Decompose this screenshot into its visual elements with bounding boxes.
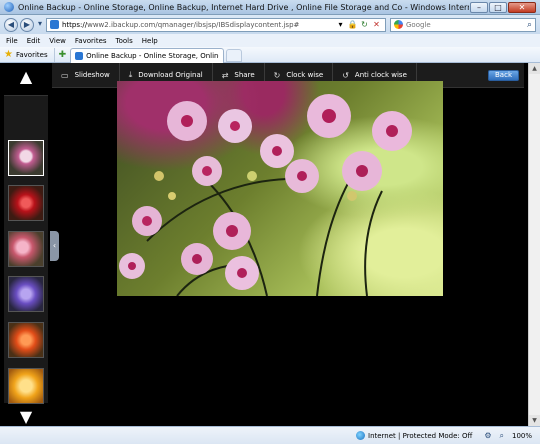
back-nav-button[interactable]: ◀ (4, 17, 18, 32)
slideshow-button[interactable]: ▭ Slideshow (52, 62, 120, 88)
scroll-down-icon[interactable]: ▼ (529, 415, 540, 426)
lock-icon[interactable]: 🔒 (347, 19, 358, 30)
slideshow-label: Slideshow (74, 71, 110, 79)
up-arrow-icon[interactable]: ▲ (12, 63, 40, 91)
tab-title: Online Backup - Online Storage, Online B… (86, 51, 219, 60)
zoom-level[interactable]: 100% (512, 432, 532, 440)
url-actions: ▾ 🔒 ↻ ✕ (334, 19, 382, 30)
url-path: www2.ibackup.com/qmanager/ibsjsp/IBSdisp… (87, 20, 300, 29)
security-zone[interactable]: Internet | Protected Mode: Off (368, 432, 472, 440)
page-scrollbar[interactable]: ▲ ▼ (528, 63, 540, 426)
stop-icon[interactable]: ✕ (371, 19, 382, 30)
security-settings-icon[interactable]: ⚙ (484, 431, 491, 440)
share-icon: ⇄ (221, 70, 229, 80)
url-field[interactable]: https://www2.ibackup.com/qmanager/ibsjsp… (46, 17, 386, 32)
refresh-icon[interactable]: ↻ (359, 19, 370, 30)
clockwise-label: Clock wise (286, 71, 324, 79)
forward-nav-button[interactable]: ▶ (20, 17, 34, 32)
globe-icon (356, 431, 365, 440)
rotate-anticlockwise-icon: ↺ (342, 70, 349, 80)
menu-file[interactable]: File (6, 37, 18, 45)
menu-favorites[interactable]: Favorites (75, 37, 107, 45)
rotate-clockwise-icon: ↻ (273, 70, 281, 80)
thumbnail-list (4, 95, 48, 404)
add-favorite-icon[interactable]: ✚ (59, 50, 67, 60)
status-bar: Internet | Protected Mode: Off ⚙ ⌕ 100% (0, 426, 540, 444)
thumb-red-flower[interactable] (8, 185, 44, 221)
menu-bar: File Edit View Favorites Tools Help (0, 34, 540, 47)
favorites-label: Favorites (15, 50, 48, 59)
zoom-icon[interactable]: ⌕ (500, 431, 504, 441)
scroll-up-icon[interactable]: ▲ (529, 63, 540, 74)
close-button[interactable]: ✕ (508, 1, 536, 13)
maximize-button[interactable]: □ (489, 1, 507, 13)
thumb-orange-flower[interactable] (8, 322, 44, 358)
nav-history-dropdown[interactable]: ▾ (36, 18, 44, 32)
window-title: Online Backup - Online Storage, Online B… (18, 2, 469, 12)
slideshow-icon: ▭ (61, 70, 69, 80)
tab-favicon-icon (75, 51, 84, 60)
window-titlebar: Online Backup - Online Storage, Online B… (0, 0, 540, 15)
search-icon[interactable]: ⌕ (527, 20, 532, 30)
share-label: Share (234, 71, 255, 79)
minimize-button[interactable]: – (470, 1, 488, 13)
address-bar: ◀ ▶ ▾ https://www2.ibackup.com/qmanager/… (0, 15, 540, 34)
search-field[interactable]: ⌕ (390, 17, 536, 32)
menu-help[interactable]: Help (142, 37, 158, 45)
tab-online-backup[interactable]: Online Backup - Online Storage, Online B… (70, 47, 225, 63)
collapse-left-icon[interactable]: ‹ (50, 231, 59, 261)
download-label: Download Original (138, 71, 203, 79)
site-favicon-icon (50, 20, 59, 29)
google-logo-icon (394, 20, 403, 29)
thumb-orchid[interactable] (8, 140, 44, 176)
menu-view[interactable]: View (49, 37, 66, 45)
star-icon: ★ (4, 49, 13, 60)
anticlockwise-label: Anti clock wise (354, 71, 407, 79)
thumbnail-strip: ▲ ▼ (4, 63, 48, 426)
thumb-purple-flowers[interactable] (8, 276, 44, 312)
thumb-yellow-flower[interactable] (8, 368, 44, 404)
thumb-pink-flowers[interactable] (8, 231, 44, 267)
search-input[interactable] (406, 20, 527, 29)
new-tab-button[interactable] (226, 49, 243, 62)
window-controls: – □ ✕ (469, 1, 536, 13)
menu-edit[interactable]: Edit (27, 37, 41, 45)
favorites-button[interactable]: ★ Favorites (4, 47, 55, 62)
ie-icon (4, 2, 14, 12)
orchid-photo-drawing (119, 94, 412, 296)
menu-tools[interactable]: Tools (116, 37, 133, 45)
main-photo (117, 81, 443, 296)
back-button[interactable]: Back (488, 70, 519, 81)
url-scheme: https:// (62, 20, 88, 29)
download-icon: ⤓ (128, 70, 133, 79)
dropdown-icon[interactable]: ▾ (335, 19, 346, 30)
favorites-bar: ★ Favorites ✚ Online Backup - Online Sto… (0, 47, 540, 63)
